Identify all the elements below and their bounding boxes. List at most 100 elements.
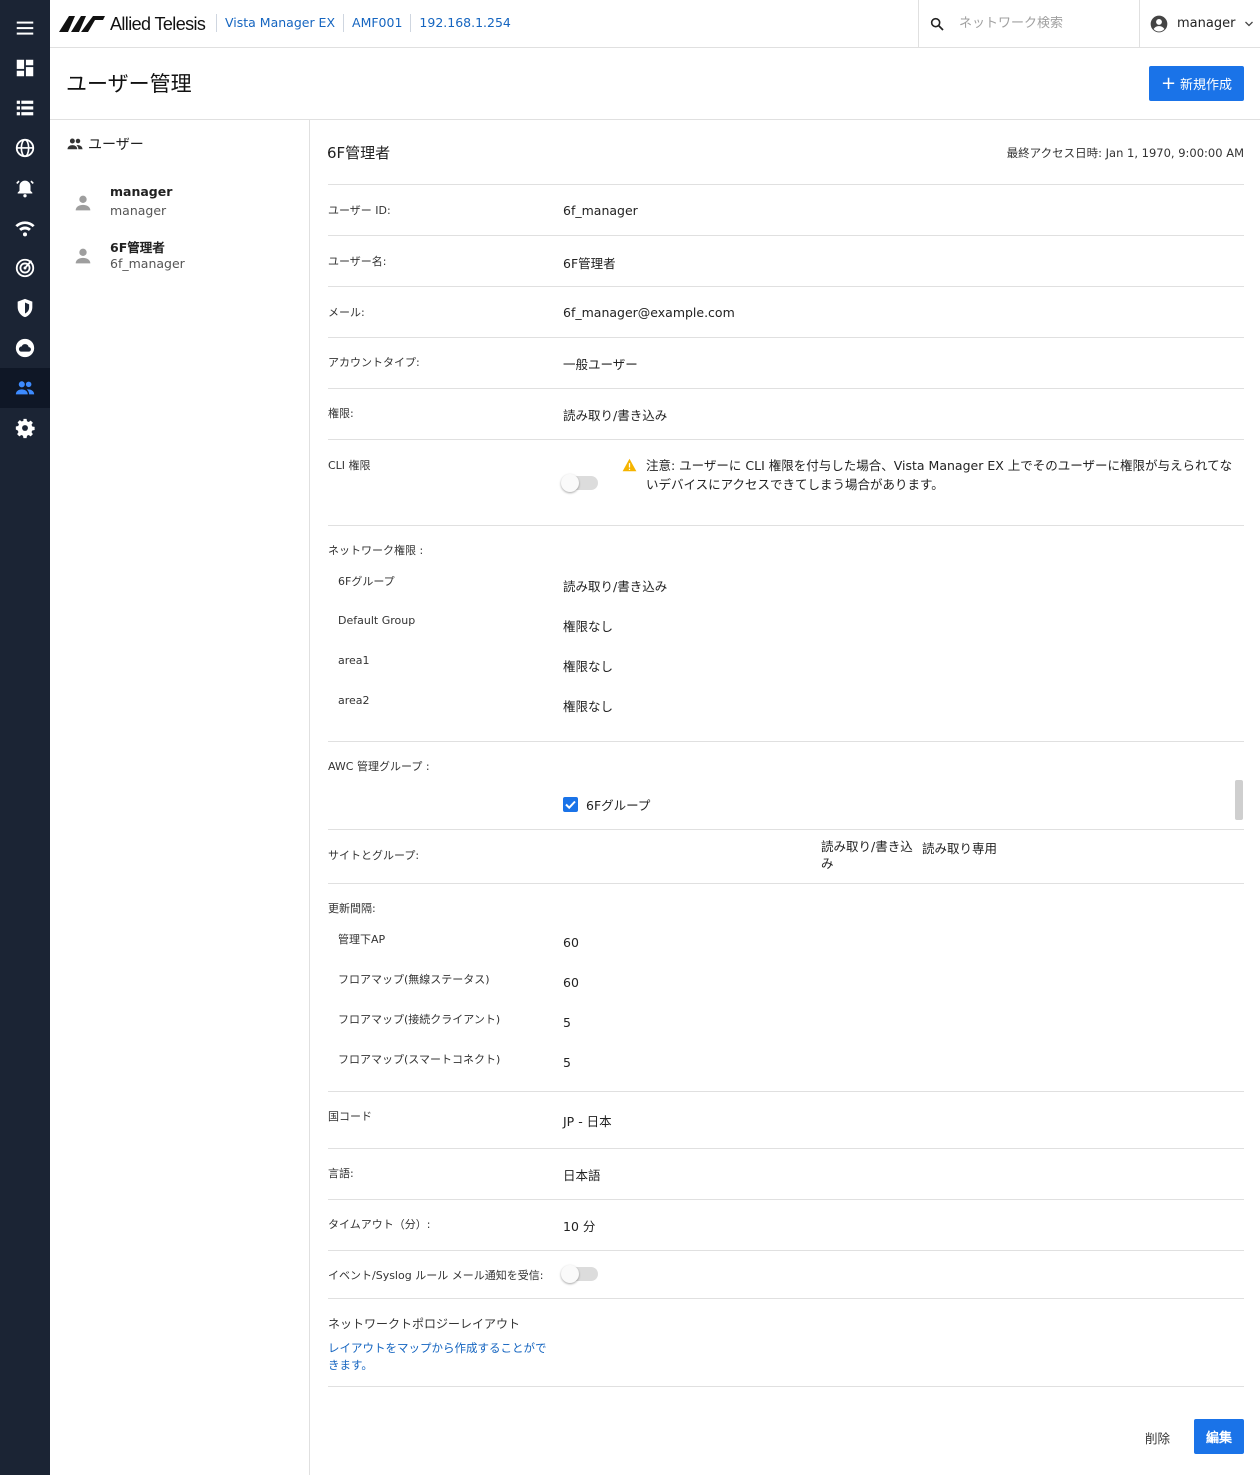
user-menu[interactable]: manager [1139,0,1260,47]
divider [328,829,1244,830]
last-access: 最終アクセス日時: Jan 1, 1970, 9:00:00 AM [1006,146,1244,160]
permission-label: 権限: [328,407,354,420]
menu-icon[interactable] [0,8,50,48]
radar-icon[interactable] [0,248,50,288]
divider [328,883,1244,884]
top-header: Allied Telesis Vista Manager EX AMF001 1… [50,0,1260,48]
language-value: 日本語 [563,1168,601,1183]
divider [328,1199,1244,1200]
language-label: 言語: [328,1167,354,1180]
user-display-name: 6F管理者 [110,240,165,255]
divider [328,525,1244,526]
breadcrumb-ip[interactable]: 192.168.1.254 [410,14,518,32]
cli-warning: 注意: ユーザーに CLI 権限を付与した場合、Vista Manager EX… [622,456,1242,494]
divider [328,286,1244,287]
alarm-icon[interactable] [0,168,50,208]
divider [328,1386,1244,1387]
person-icon [75,248,91,264]
update-interval-value: 60 [563,975,579,990]
network-group-name: Default Group [338,614,416,627]
update-interval-name: 管理下AP [338,933,386,946]
divider [328,1250,1244,1251]
breadcrumb: Vista Manager EX AMF001 192.168.1.254 [216,14,519,32]
account-type-label: アカウントタイプ: [328,356,420,369]
timeout-value: 10 分 [563,1219,596,1234]
divider [328,1091,1244,1092]
account-type-value: 一般ユーザー [563,357,638,372]
new-user-button[interactable]: + 新規作成 [1149,66,1244,101]
list-item[interactable]: manager manager [50,180,309,230]
search-icon [930,17,944,31]
list-icon[interactable] [0,88,50,128]
allied-telesis-logo-icon [59,16,105,32]
divider [328,1148,1244,1149]
network-permission-label: ネットワーク権限 : [328,544,424,557]
network-group-name: 6Fグループ [338,575,395,588]
brand-logo[interactable]: Allied Telesis [59,13,206,35]
divider [328,741,1244,742]
cli-permission-toggle[interactable] [561,474,598,492]
settings-icon[interactable] [0,408,50,448]
user-id-label: ユーザー ID: [328,204,391,217]
username-label: ユーザー名: [328,255,387,268]
awc-group-name: 6Fグループ [586,798,651,813]
country-code-value: JP - 日本 [563,1114,612,1129]
wifi-icon[interactable] [0,208,50,248]
user-display-name: manager [110,184,173,199]
network-group-permission: 権限なし [563,659,614,674]
brand-name: Allied Telesis [110,13,206,34]
cli-warning-text: 注意: ユーザーに CLI 権限を付与した場合、Vista Manager EX… [646,458,1233,492]
new-user-label: 新規作成 [1180,78,1233,93]
event-notify-toggle[interactable] [561,1265,598,1283]
page-title: ユーザー管理 [66,72,192,96]
awc-scrollbar[interactable] [1235,780,1243,820]
username-value: 6F管理者 [563,256,616,271]
person-icon [75,195,91,211]
sites-groups-label: サイトとグループ: [328,849,420,862]
network-group-permission: 読み取り/書き込み [563,579,668,594]
user-id-text: manager [110,203,167,218]
divider [328,1298,1244,1299]
network-group-name: area2 [338,694,370,707]
country-code-label: 国コード [328,1110,372,1123]
edit-button[interactable]: 編集 [1194,1419,1244,1454]
awc-group-label: AWC 管理グループ : [328,760,430,773]
shield-icon[interactable] [0,288,50,328]
users-icon[interactable] [0,368,50,408]
sites-readwrite-header: 読み取り/書き込み [821,839,913,871]
people-icon [67,138,83,150]
user-list-header: ユーザー [66,134,144,154]
update-interval-name: フロアマップ(無線ステータス) [338,973,490,986]
topology-layout-link[interactable]: レイアウトをマップから作成することができます。 [328,1340,548,1374]
timeout-label: タイムアウト（分）: [328,1218,431,1231]
account-circle-icon [1150,15,1168,32]
divider [328,439,1244,440]
search-input[interactable] [959,16,1119,31]
update-interval-value: 60 [563,935,579,950]
cli-permission-label: CLI 権限 [328,459,371,472]
chevron-down-icon [1245,21,1254,26]
delete-button[interactable]: 削除 [1145,1428,1170,1447]
network-group-permission: 権限なし [563,699,614,714]
user-id-value: 6f_manager [563,203,638,218]
list-item[interactable]: 6F管理者 6f_manager [50,233,309,283]
dashboard-icon[interactable] [0,48,50,88]
breadcrumb-product[interactable]: Vista Manager EX [216,14,343,32]
update-interval-name: フロアマップ(接続クライアント) [338,1013,501,1026]
user-id-text: 6f_manager [110,256,185,271]
warning-icon [622,458,637,472]
detail-title: 6F管理者 [327,144,391,162]
update-interval-value: 5 [563,1015,571,1030]
event-notify-label: イベント/Syslog ルール メール通知を受信: [328,1269,544,1282]
user-list-title: ユーザー [88,137,144,153]
permission-value: 読み取り/書き込み [563,408,668,423]
awc-group-checkbox[interactable] [563,797,578,812]
cloud-icon[interactable] [0,328,50,368]
breadcrumb-area[interactable]: AMF001 [343,14,410,32]
network-search [918,0,1139,47]
topology-layout-label: ネットワークトポロジーレイアウト [328,1317,521,1331]
plus-icon: + [1160,72,1177,94]
divider [328,337,1244,338]
update-interval-value: 5 [563,1055,571,1070]
globe-icon[interactable] [0,128,50,168]
